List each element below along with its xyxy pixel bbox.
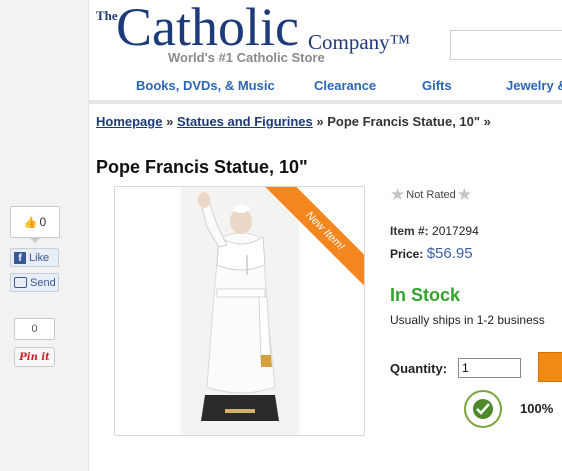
star-icon: ★	[456, 185, 473, 204]
facebook-icon: f	[14, 251, 26, 264]
breadcrumb-separator: »	[162, 114, 177, 129]
nav-item-books[interactable]: Books, DVDs, & Music	[136, 78, 275, 93]
breadcrumb-separator: »	[312, 114, 328, 129]
pinterest-pin-button[interactable]: Pin it	[14, 347, 55, 367]
site-logo[interactable]: The Catholic Company™ World's #1 Catholi…	[96, 0, 426, 70]
item-number-label: Item #:	[390, 224, 429, 238]
message-icon	[14, 277, 27, 288]
star-icon: ★	[390, 185, 406, 204]
price-label: Price:	[390, 247, 424, 261]
page-title: Pope Francis Statue, 10"	[96, 157, 308, 177]
item-number-value: 2017294	[432, 224, 479, 238]
new-item-ribbon: New Item!	[255, 187, 364, 296]
facebook-count-value: 0	[39, 215, 47, 229]
checkmark-icon	[473, 399, 493, 419]
social-sidebar: 👍 0 f Like Send 0 Pin it	[0, 0, 89, 471]
item-number: Item #: 2017294	[390, 224, 479, 238]
nav-item-jewelry[interactable]: Jewelry &	[506, 78, 562, 93]
like-label: Like	[29, 251, 50, 264]
send-label: Send	[30, 276, 56, 289]
nav-item-gifts[interactable]: Gifts	[422, 78, 452, 93]
header-divider	[88, 100, 562, 104]
guarantee-text: 100%	[520, 401, 554, 416]
shipping-info: Usually ships in 1-2 business	[390, 313, 545, 327]
product-price: Price: $56.95	[390, 245, 473, 262]
pin-count-value: 0	[31, 323, 38, 335]
breadcrumb-category-link[interactable]: Statues and Figurines	[177, 114, 313, 129]
logo-the: The	[96, 8, 118, 23]
facebook-like-button[interactable]: f Like	[10, 248, 59, 267]
stock-status: In Stock	[390, 285, 461, 305]
pin-label: Pin it	[19, 351, 50, 363]
breadcrumb-current: Pope Francis Statue, 10" »	[327, 114, 491, 129]
thumbs-up-icon: 👍	[23, 216, 38, 229]
rating-text: Not Rated	[406, 189, 456, 201]
product-image[interactable]: New Item!	[114, 186, 365, 436]
nav-item-clearance[interactable]: Clearance	[314, 78, 376, 93]
quantity-field[interactable]	[458, 358, 521, 378]
logo-tagline: World's #1 Catholic Store	[168, 50, 325, 65]
facebook-like-count: 👍 0	[10, 206, 60, 243]
breadcrumb: Homepage » Statues and Figurines » Pope …	[96, 114, 491, 129]
breadcrumb-home-link[interactable]: Homepage	[96, 114, 162, 129]
product-rating[interactable]: ★ Not Rated ★	[390, 185, 472, 205]
search-input[interactable]	[450, 30, 562, 60]
price-value: $56.95	[426, 245, 473, 262]
add-to-cart-button[interactable]	[538, 352, 562, 382]
pinterest-count: 0	[14, 318, 55, 340]
main-nav: Books, DVDs, & Music Clearance Gifts Jew…	[96, 72, 562, 100]
new-item-badge: New Item!	[260, 187, 364, 296]
guarantee-check-icon	[464, 390, 502, 428]
facebook-send-button[interactable]: Send	[10, 273, 59, 292]
quantity-label: Quantity:	[390, 361, 448, 376]
